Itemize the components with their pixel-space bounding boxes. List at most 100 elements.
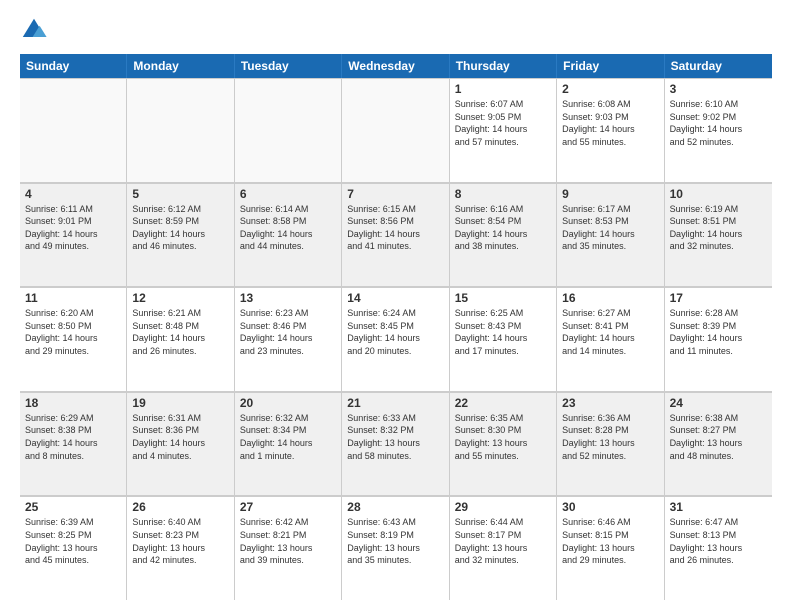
day-info: Sunrise: 6:38 AM Sunset: 8:27 PM Dayligh… xyxy=(670,412,767,462)
day-info: Sunrise: 6:35 AM Sunset: 8:30 PM Dayligh… xyxy=(455,412,551,462)
cal-week-4: 25Sunrise: 6:39 AM Sunset: 8:25 PM Dayli… xyxy=(20,496,772,600)
cal-cell xyxy=(235,78,342,182)
day-number: 29 xyxy=(455,500,551,514)
day-info: Sunrise: 6:31 AM Sunset: 8:36 PM Dayligh… xyxy=(132,412,228,462)
day-info: Sunrise: 6:42 AM Sunset: 8:21 PM Dayligh… xyxy=(240,516,336,566)
cal-cell: 21Sunrise: 6:33 AM Sunset: 8:32 PM Dayli… xyxy=(342,392,449,496)
header-day-saturday: Saturday xyxy=(665,54,772,78)
cal-cell xyxy=(342,78,449,182)
cal-cell: 17 Sunrise: 6:28 AM Sunset: 8:39 PM Dayli… xyxy=(665,287,772,391)
day-number: 10 xyxy=(670,187,767,201)
cal-cell: 30Sunrise: 6:46 AM Sunset: 8:15 PM Dayli… xyxy=(557,496,664,600)
logo xyxy=(20,16,52,44)
cal-cell: 4 Sunrise: 6:11 AM Sunset: 9:01 PM Daylig… xyxy=(20,183,127,287)
cal-cell: 2 Sunrise: 6:08 AM Sunset: 9:03 PM Daylig… xyxy=(557,78,664,182)
day-info: Sunrise: 6:32 AM Sunset: 8:34 PM Dayligh… xyxy=(240,412,336,462)
day-number: 12 xyxy=(132,291,228,305)
cal-cell: 27 Sunrise: 6:42 AM Sunset: 8:21 PM Dayli… xyxy=(235,496,342,600)
day-number: 31 xyxy=(670,500,767,514)
day-info: Sunrise: 6:44 AM Sunset: 8:17 PM Dayligh… xyxy=(455,516,551,566)
day-number: 18 xyxy=(25,396,121,410)
day-info: Sunrise: 6:43 AM Sunset: 8:19 PM Dayligh… xyxy=(347,516,443,566)
day-info: Sunrise: 6:40 AM Sunset: 8:23 PM Dayligh… xyxy=(132,516,228,566)
day-info: Sunrise: 6:10 AM Sunset: 9:02 PM Dayligh… xyxy=(670,98,767,148)
day-info: Sunrise: 6:16 AM Sunset: 8:54 PM Dayligh… xyxy=(455,203,551,253)
logo-icon xyxy=(20,16,48,44)
day-info: Sunrise: 6:20 AM Sunset: 8:50 PM Dayligh… xyxy=(25,307,121,357)
day-info: Sunrise: 6:19 AM Sunset: 8:51 PM Dayligh… xyxy=(670,203,767,253)
day-number: 16 xyxy=(562,291,658,305)
day-info: Sunrise: 6:36 AM Sunset: 8:28 PM Dayligh… xyxy=(562,412,658,462)
header-day-wednesday: Wednesday xyxy=(342,54,449,78)
cal-cell: 29 Sunrise: 6:44 AM Sunset: 8:17 PM Dayli… xyxy=(450,496,557,600)
day-number: 8 xyxy=(455,187,551,201)
cal-cell: 12 Sunrise: 6:21 AM Sunset: 8:48 PM Dayli… xyxy=(127,287,234,391)
cal-cell: 9 Sunrise: 6:17 AM Sunset: 8:53 PM Daylig… xyxy=(557,183,664,287)
cal-week-3: 18 Sunrise: 6:29 AM Sunset: 8:38 PM Dayli… xyxy=(20,392,772,497)
day-number: 14 xyxy=(347,291,443,305)
day-number: 7 xyxy=(347,187,443,201)
day-info: Sunrise: 6:28 AM Sunset: 8:39 PM Dayligh… xyxy=(670,307,767,357)
cal-cell: 28 Sunrise: 6:43 AM Sunset: 8:19 PM Dayli… xyxy=(342,496,449,600)
cal-cell: 19 Sunrise: 6:31 AM Sunset: 8:36 PM Dayli… xyxy=(127,392,234,496)
day-info: Sunrise: 6:24 AM Sunset: 8:45 PM Dayligh… xyxy=(347,307,443,357)
day-info: Sunrise: 6:12 AM Sunset: 8:59 PM Dayligh… xyxy=(132,203,228,253)
cal-cell: 7Sunrise: 6:15 AM Sunset: 8:56 PM Daylig… xyxy=(342,183,449,287)
day-number: 11 xyxy=(25,291,121,305)
day-info: Sunrise: 6:17 AM Sunset: 8:53 PM Dayligh… xyxy=(562,203,658,253)
day-number: 23 xyxy=(562,396,658,410)
day-number: 4 xyxy=(25,187,121,201)
day-info: Sunrise: 6:23 AM Sunset: 8:46 PM Dayligh… xyxy=(240,307,336,357)
day-number: 17 xyxy=(670,291,767,305)
header-day-tuesday: Tuesday xyxy=(235,54,342,78)
day-info: Sunrise: 6:33 AM Sunset: 8:32 PM Dayligh… xyxy=(347,412,443,462)
day-number: 20 xyxy=(240,396,336,410)
cal-cell: 18 Sunrise: 6:29 AM Sunset: 8:38 PM Dayli… xyxy=(20,392,127,496)
day-number: 24 xyxy=(670,396,767,410)
day-number: 3 xyxy=(670,82,767,96)
day-info: Sunrise: 6:14 AM Sunset: 8:58 PM Dayligh… xyxy=(240,203,336,253)
day-info: Sunrise: 6:46 AM Sunset: 8:15 PM Dayligh… xyxy=(562,516,658,566)
cal-cell: 15Sunrise: 6:25 AM Sunset: 8:43 PM Dayli… xyxy=(450,287,557,391)
day-number: 15 xyxy=(455,291,551,305)
day-info: Sunrise: 6:29 AM Sunset: 8:38 PM Dayligh… xyxy=(25,412,121,462)
header xyxy=(20,16,772,44)
day-number: 28 xyxy=(347,500,443,514)
cal-cell: 11 Sunrise: 6:20 AM Sunset: 8:50 PM Dayli… xyxy=(20,287,127,391)
cal-cell: 25Sunrise: 6:39 AM Sunset: 8:25 PM Dayli… xyxy=(20,496,127,600)
cal-cell: 26Sunrise: 6:40 AM Sunset: 8:23 PM Dayli… xyxy=(127,496,234,600)
cal-week-1: 4 Sunrise: 6:11 AM Sunset: 9:01 PM Daylig… xyxy=(20,183,772,288)
cal-cell: 6 Sunrise: 6:14 AM Sunset: 8:58 PM Daylig… xyxy=(235,183,342,287)
day-info: Sunrise: 6:21 AM Sunset: 8:48 PM Dayligh… xyxy=(132,307,228,357)
cal-cell: 23 Sunrise: 6:36 AM Sunset: 8:28 PM Dayli… xyxy=(557,392,664,496)
day-info: Sunrise: 6:07 AM Sunset: 9:05 PM Dayligh… xyxy=(455,98,551,148)
header-day-friday: Friday xyxy=(557,54,664,78)
cal-cell: 3 Sunrise: 6:10 AM Sunset: 9:02 PM Daylig… xyxy=(665,78,772,182)
calendar-body: 1 Sunrise: 6:07 AM Sunset: 9:05 PM Daylig… xyxy=(20,78,772,600)
cal-week-0: 1 Sunrise: 6:07 AM Sunset: 9:05 PM Daylig… xyxy=(20,78,772,183)
cal-cell: 5Sunrise: 6:12 AM Sunset: 8:59 PM Daylig… xyxy=(127,183,234,287)
day-number: 27 xyxy=(240,500,336,514)
cal-week-2: 11 Sunrise: 6:20 AM Sunset: 8:50 PM Dayli… xyxy=(20,287,772,392)
day-info: Sunrise: 6:08 AM Sunset: 9:03 PM Dayligh… xyxy=(562,98,658,148)
day-info: Sunrise: 6:11 AM Sunset: 9:01 PM Dayligh… xyxy=(25,203,121,253)
cal-cell: 31 Sunrise: 6:47 AM Sunset: 8:13 PM Dayli… xyxy=(665,496,772,600)
day-number: 22 xyxy=(455,396,551,410)
cal-cell: 22 Sunrise: 6:35 AM Sunset: 8:30 PM Dayli… xyxy=(450,392,557,496)
day-number: 25 xyxy=(25,500,121,514)
cal-cell xyxy=(20,78,127,182)
header-day-monday: Monday xyxy=(127,54,234,78)
day-number: 1 xyxy=(455,82,551,96)
calendar: SundayMondayTuesdayWednesdayThursdayFrid… xyxy=(20,54,772,600)
header-day-thursday: Thursday xyxy=(450,54,557,78)
calendar-header: SundayMondayTuesdayWednesdayThursdayFrid… xyxy=(20,54,772,78)
day-number: 6 xyxy=(240,187,336,201)
day-info: Sunrise: 6:47 AM Sunset: 8:13 PM Dayligh… xyxy=(670,516,767,566)
cal-cell: 8 Sunrise: 6:16 AM Sunset: 8:54 PM Daylig… xyxy=(450,183,557,287)
day-number: 2 xyxy=(562,82,658,96)
day-number: 9 xyxy=(562,187,658,201)
cal-cell: 13Sunrise: 6:23 AM Sunset: 8:46 PM Dayli… xyxy=(235,287,342,391)
page: SundayMondayTuesdayWednesdayThursdayFrid… xyxy=(0,0,792,612)
cal-cell: 14 Sunrise: 6:24 AM Sunset: 8:45 PM Dayli… xyxy=(342,287,449,391)
day-number: 19 xyxy=(132,396,228,410)
